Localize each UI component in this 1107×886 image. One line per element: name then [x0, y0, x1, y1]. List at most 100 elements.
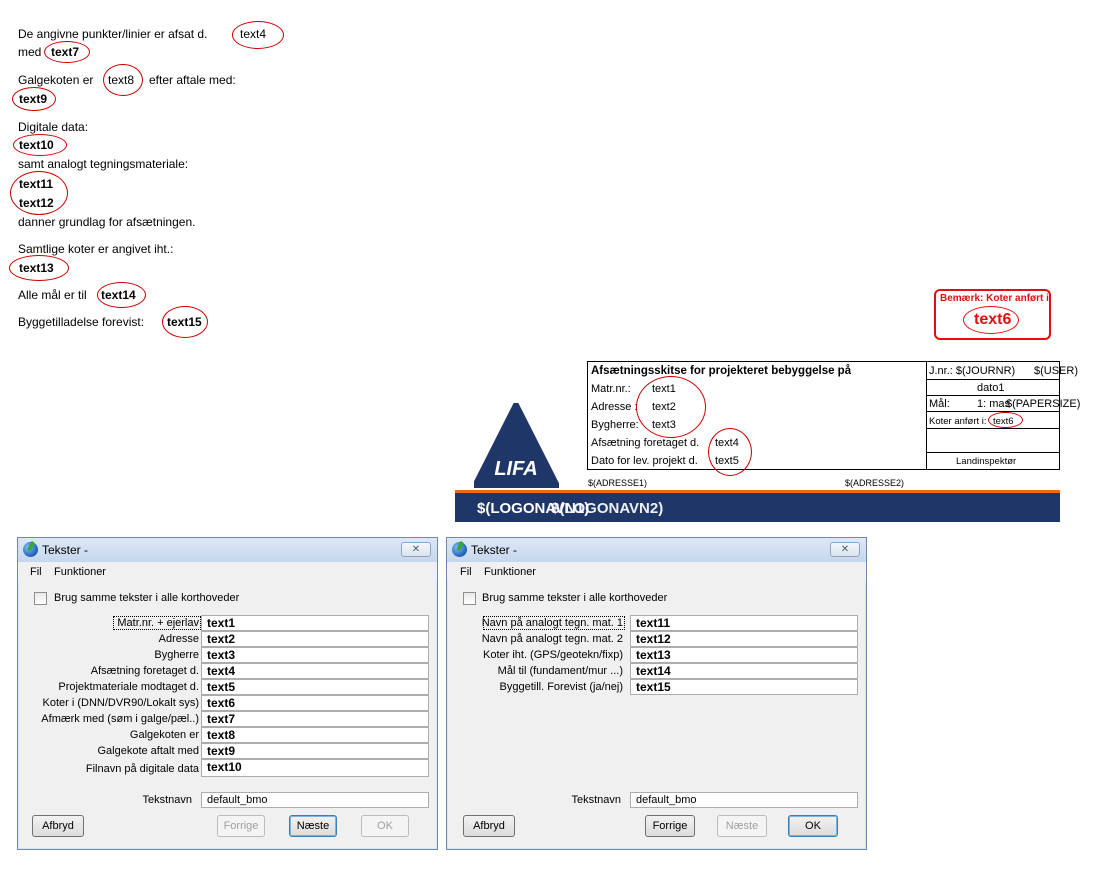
- dato-label: Dato for lev. projekt d.: [591, 455, 698, 467]
- text-field[interactable]: text2: [201, 631, 429, 647]
- tekstnavn-label: Tekstnavn: [571, 794, 621, 806]
- highlight-oval: [12, 87, 56, 111]
- scale-label: Mål:: [929, 398, 950, 410]
- drawing-canvas: De angivne punkter/linier er afsat d. te…: [0, 0, 1107, 530]
- same-texts-checkbox[interactable]: [34, 592, 47, 605]
- title-heading: Afsætningsskitse for projekteret bebygge…: [591, 365, 852, 377]
- note-maal: Alle mål er til: [18, 288, 87, 302]
- row-label: Afmærk med (søm i galge/pæl..): [41, 713, 199, 725]
- landinspektor: Landinspektør: [956, 456, 1017, 467]
- close-button[interactable]: ✕: [830, 542, 860, 557]
- same-texts-checkbox[interactable]: [463, 592, 476, 605]
- row-label: Projektmateriale modtaget d.: [58, 681, 199, 693]
- menu-funktioner[interactable]: Funktioner: [54, 566, 106, 578]
- tekstnavn-label: Tekstnavn: [142, 794, 192, 806]
- note-analogt: samt analogt tegningsmateriale:: [18, 157, 189, 171]
- text-field[interactable]: text4: [201, 663, 429, 679]
- text-field[interactable]: text1: [201, 615, 429, 631]
- row-label: Galgekote aftalt med: [97, 745, 199, 757]
- previous-button[interactable]: Forrige: [217, 815, 265, 837]
- highlight-oval: [162, 306, 208, 338]
- highlight-oval: [13, 134, 67, 156]
- focus-rect: [113, 616, 201, 630]
- afsat-label: Afsætning foretaget d.: [591, 437, 700, 449]
- bygherre-label: Bygherre:: [591, 419, 639, 431]
- divider: [926, 411, 1060, 412]
- row-label: Koter i (DNN/DVR90/Lokalt sys): [42, 697, 200, 709]
- row-label: Byggetill. Forevist (ja/nej): [499, 681, 624, 693]
- text-field[interactable]: text13: [630, 647, 858, 663]
- logo-name-2: $(LOGONAVN2): [551, 500, 664, 517]
- dialog-title: Tekster -: [42, 543, 89, 557]
- logo-text: LIFA: [494, 458, 537, 480]
- next-button[interactable]: Næste: [289, 815, 337, 837]
- dato1-field: dato1: [977, 382, 1005, 394]
- title-block: Afsætningsskitse for projekteret bebygge…: [587, 361, 1080, 476]
- highlight-oval: [963, 306, 1019, 334]
- highlight-oval: [44, 41, 90, 63]
- app-globe-icon: [23, 542, 38, 557]
- next-button[interactable]: Næste: [717, 815, 767, 837]
- highlight-oval: [103, 64, 143, 96]
- text-field[interactable]: text8: [201, 727, 429, 743]
- menu-bar: Fil Funktioner: [447, 562, 866, 582]
- matr-label: Matr.nr.:: [591, 383, 631, 395]
- highlight-oval: [988, 412, 1023, 428]
- previous-button[interactable]: Forrige: [645, 815, 695, 837]
- same-texts-label: Brug samme tekster i alle korthoveder: [54, 592, 240, 604]
- highlight-oval: [232, 21, 284, 49]
- title-bar[interactable]: Tekster - ✕: [18, 538, 437, 562]
- highlight-oval: [10, 171, 68, 215]
- note-bygge: Byggetilladelse forevist:: [18, 315, 145, 329]
- note-afsat: De angivne punkter/linier er afsat d.: [18, 27, 208, 41]
- highlight-oval: [708, 428, 752, 476]
- ok-button[interactable]: OK: [788, 815, 838, 837]
- row-label: Bygherre: [154, 649, 199, 661]
- tekstnavn-field[interactable]: default_bmo: [201, 792, 429, 808]
- text-field[interactable]: text12: [630, 631, 858, 647]
- highlight-oval: [636, 376, 706, 438]
- close-button[interactable]: ✕: [401, 542, 431, 557]
- cancel-button[interactable]: Afbryd: [463, 815, 515, 837]
- text-field[interactable]: text7: [201, 711, 429, 727]
- note-med: med: [18, 45, 42, 59]
- focus-rect: [483, 616, 625, 630]
- dialog-title: Tekster -: [471, 543, 518, 557]
- menu-bar: Fil Funktioner: [18, 562, 437, 582]
- menu-funktioner[interactable]: Funktioner: [484, 566, 536, 578]
- divider: [926, 452, 1060, 453]
- text-field[interactable]: text11: [630, 615, 858, 631]
- journal-number: J.nr.: $(JOURNR): [929, 365, 1016, 377]
- menu-fil[interactable]: Fil: [30, 566, 42, 578]
- divider: [926, 379, 1060, 380]
- note-galge: Galgekoten er: [18, 73, 94, 87]
- app-globe-icon: [452, 542, 467, 557]
- text-field[interactable]: text3: [201, 647, 429, 663]
- text-field[interactable]: text10: [201, 759, 429, 777]
- note-koter: Samtlige koter er angivet iht.:: [18, 242, 174, 256]
- menu-fil[interactable]: Fil: [460, 566, 472, 578]
- logo-bar: $(LOGONAVN1) $(LOGONAVN2): [455, 490, 1060, 522]
- row-label: Mål til (fundament/mur ...): [497, 665, 623, 677]
- text-field[interactable]: text5: [201, 679, 429, 695]
- note-digitale: Digitale data:: [18, 120, 89, 134]
- title-bar[interactable]: Tekster - ✕: [447, 538, 866, 562]
- text-field[interactable]: text9: [201, 743, 429, 759]
- same-texts-label: Brug samme tekster i alle korthoveder: [482, 592, 668, 604]
- divider: [926, 428, 1060, 429]
- text-field[interactable]: text14: [630, 663, 858, 679]
- adresse2-field: $(ADRESSE2): [845, 478, 905, 488]
- papersize-field: $(PAPERSIZE): [1006, 398, 1081, 410]
- adresse-label: Adresse :: [591, 401, 638, 413]
- tekstnavn-field[interactable]: default_bmo: [630, 792, 858, 808]
- text-field[interactable]: text15: [630, 679, 858, 695]
- row-label: Galgekoten er: [129, 729, 199, 741]
- text-field[interactable]: text6: [201, 695, 429, 711]
- highlight-oval: [9, 255, 69, 281]
- note-galge-rest: efter aftale med:: [149, 73, 236, 87]
- lifa-logo: LIFA: [474, 403, 559, 488]
- cancel-button[interactable]: Afbryd: [32, 815, 84, 837]
- user-field: $(USER): [1034, 365, 1079, 377]
- ok-button[interactable]: OK: [361, 815, 409, 837]
- adresse1-field: $(ADRESSE1): [588, 478, 648, 488]
